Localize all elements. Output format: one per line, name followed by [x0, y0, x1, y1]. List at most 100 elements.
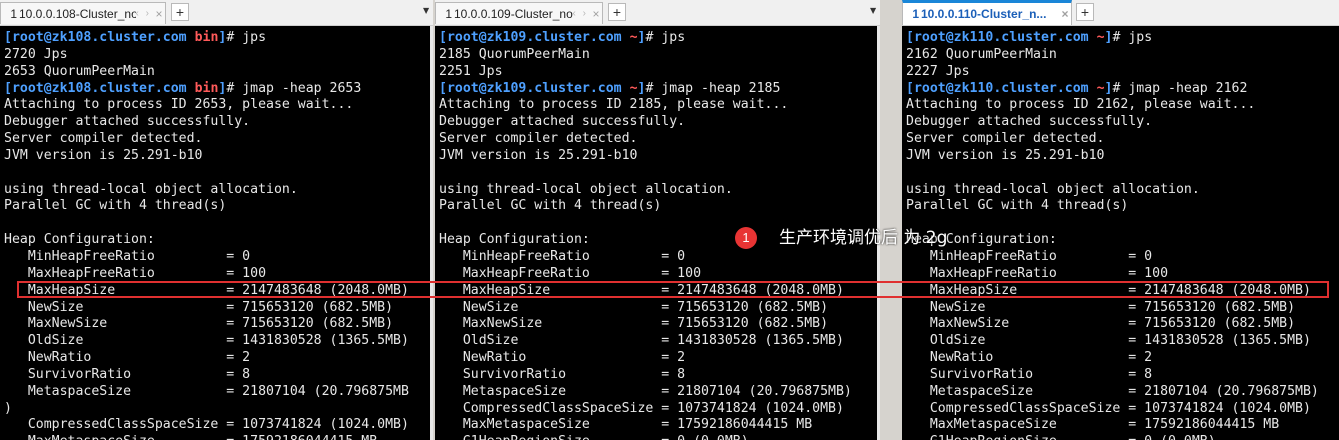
add-tab-button[interactable]: + [171, 3, 189, 21]
tab-session-108[interactable]: 1 10.0.0.108-Cluster_nod... ‹ › × [0, 2, 166, 24]
output-line: NewSize = 715653120 (682.5MB) [439, 299, 829, 315]
prompt-dir: ~ [629, 30, 638, 45]
output-line: NewRatio = 2 [4, 350, 251, 366]
tab-number: 1 [445, 6, 452, 21]
output-line: MinHeapFreeRatio = 0 [906, 248, 1153, 264]
output-line: Parallel GC with 4 thread(s) [439, 198, 662, 214]
output-line: CompressedClassSpaceSize = 1073741824 (1… [4, 417, 409, 433]
tab-dropdown-icon[interactable]: ▼ [423, 6, 429, 15]
output-line: Debugger attached successfully. [4, 114, 251, 130]
output-line: Server compiler detected. [906, 131, 1105, 147]
output-line: NewSize = 715653120 (682.5MB) [906, 299, 1296, 315]
output-line: MaxMetaspaceSize = 17592186044415 MB [4, 434, 433, 440]
output-line: 2720 Jps [4, 46, 68, 62]
terminal-pane-1[interactable]: 1 10.0.0.108-Cluster_nod... ‹ › × + ▼ [r… [0, 0, 433, 440]
prompt-dir: bin [194, 80, 219, 96]
output-line: JVM version is 25.291-b10 [439, 147, 638, 163]
add-tab-button[interactable]: + [1076, 3, 1094, 21]
command-text: # jmap -heap 2653 [226, 80, 362, 96]
output-line: Heap Configuration: [906, 232, 1057, 248]
prompt-line: [root@zk108.cluster.com bin]# jps [4, 30, 433, 47]
output-line: MaxNewSize = 715653120 (682.5MB) [4, 316, 394, 332]
output-line: Attaching to process ID 2653, please wai… [4, 97, 354, 113]
command-text: # jps [645, 30, 686, 45]
output-line: 2162 QuorumPeerMain [906, 46, 1057, 62]
tab-close-icon[interactable]: × [1059, 7, 1071, 21]
prompt-user-host: [root@zk108.cluster.com [4, 80, 195, 96]
output-line: MinHeapFreeRatio = 0 [439, 248, 686, 264]
tab-number: 1 [10, 6, 17, 21]
prompt-line: [root@zk110.cluster.com ~]# jmap -heap 2… [906, 81, 1339, 98]
output-line: OldSize = 1431830528 (1365.5MB) [4, 333, 409, 349]
prompt-dir: ~ [1096, 80, 1105, 96]
tab-session-110[interactable]: 1 10.0.0.110-Cluster_n... × [902, 0, 1072, 25]
output-line: JVM version is 25.291-b10 [906, 147, 1105, 163]
output-line: using thread-local object allocation. [4, 181, 298, 197]
terminal-output[interactable]: [root@zk108.cluster.com bin]# jps 2720 Jp… [0, 26, 433, 440]
output-line: 2227 Jps [906, 63, 970, 79]
prompt-line: [root@zk109.cluster.com ~]# jps [439, 30, 880, 47]
output-line: MaxMetaspaceSize = 17592186044415 MB [439, 417, 813, 433]
output-line: MaxNewSize = 715653120 (682.5MB) [906, 316, 1296, 332]
output-line: Attaching to process ID 2162, please wai… [906, 97, 1256, 113]
command-text: # jmap -heap 2162 [1112, 80, 1248, 96]
tab-bar-3: 1 10.0.0.110-Cluster_n... × + [902, 0, 1339, 26]
tab-dropdown-icon[interactable]: ▼ [870, 6, 876, 15]
output-line: G1HeapRegionSize = 0 (0.0MB) [439, 434, 880, 440]
add-tab-button[interactable]: + [608, 3, 626, 21]
output-line: OldSize = 1431830528 (1365.5MB) [906, 333, 1311, 349]
output-line: JVM version is 25.291-b10 [4, 147, 203, 163]
output-line: NewSize = 715653120 (682.5MB) [4, 299, 394, 315]
prompt-line: [root@zk110.cluster.com ~]# jps [906, 30, 1339, 47]
command-text: # jps [1112, 30, 1153, 45]
output-line: Server compiler detected. [4, 131, 203, 147]
output-line: CompressedClassSpaceSize = 1073741824 (1… [906, 400, 1311, 416]
output-line: MetaspaceSize = 21807104 (20.796875MB) [906, 383, 1319, 399]
output-line: 2185 QuorumPeerMain [439, 46, 590, 62]
prompt-dir: bin [194, 30, 219, 45]
output-line: Heap Configuration: [4, 232, 155, 248]
tab-session-109[interactable]: 1 10.0.0.109-Cluster_nod... ‹ › × [435, 2, 603, 24]
tab-scroll-arrows-icon[interactable]: ‹ › [573, 8, 588, 19]
tab-bar-1: 1 10.0.0.108-Cluster_nod... ‹ › × + ▼ [0, 0, 433, 26]
prompt-user-host: [root@zk109.cluster.com [439, 80, 630, 96]
tab-number: 1 [912, 7, 919, 21]
output-line: MetaspaceSize = 21807104 (20.796875MB) [439, 383, 852, 399]
terminal-pane-2[interactable]: 1 10.0.0.109-Cluster_nod... ‹ › × + ▼ [r… [435, 0, 880, 440]
output-line: ) [4, 400, 12, 416]
output-line: Parallel GC with 4 thread(s) [906, 198, 1129, 214]
tab-title: 10.0.0.110-Cluster_n... [921, 7, 1047, 21]
output-line: MinHeapFreeRatio = 0 [4, 248, 251, 264]
callout-text: 生产环境调优后 为 2g [779, 228, 948, 248]
scrollbar[interactable] [430, 26, 433, 440]
tab-scroll-arrows-icon[interactable]: ‹ › [136, 8, 151, 19]
output-line: NewRatio = 2 [439, 350, 686, 366]
prompt-line: [root@zk109.cluster.com ~]# jmap -heap 2… [439, 81, 880, 98]
maxheapsize-highlight-box [17, 281, 1329, 298]
output-line: NewRatio = 2 [906, 350, 1153, 366]
tab-close-icon[interactable]: × [153, 7, 165, 21]
output-line: CompressedClassSpaceSize = 1073741824 (1… [439, 400, 844, 416]
callout-number-badge: 1 [735, 227, 757, 249]
command-text: # jmap -heap 2185 [645, 80, 781, 96]
output-line: Parallel GC with 4 thread(s) [4, 198, 227, 214]
output-line: using thread-local object allocation. [439, 181, 733, 197]
output-line: SurvivorRatio = 8 [439, 366, 686, 382]
output-line: G1HeapRegionSize = 0 (0.0MB) [906, 434, 1339, 440]
output-line: Attaching to process ID 2185, please wai… [439, 97, 789, 113]
tab-close-icon[interactable]: × [590, 7, 602, 21]
terminal-pane-3[interactable]: 1 10.0.0.110-Cluster_n... × + [root@zk11… [902, 0, 1339, 440]
output-line: Debugger attached successfully. [906, 114, 1153, 130]
tab-title: 10.0.0.109-Cluster_nod... [454, 6, 573, 21]
annotation-callout: 1 生产环境调优后 为 2g [735, 226, 947, 250]
output-line: using thread-local object allocation. [906, 181, 1200, 197]
output-line: 2653 QuorumPeerMain [4, 63, 155, 79]
prompt-user-host: [root@zk109.cluster.com [439, 30, 630, 45]
command-text: # jps [226, 30, 267, 45]
terminal-output[interactable]: [root@zk110.cluster.com ~]# jps 2162 Quor… [902, 26, 1339, 440]
